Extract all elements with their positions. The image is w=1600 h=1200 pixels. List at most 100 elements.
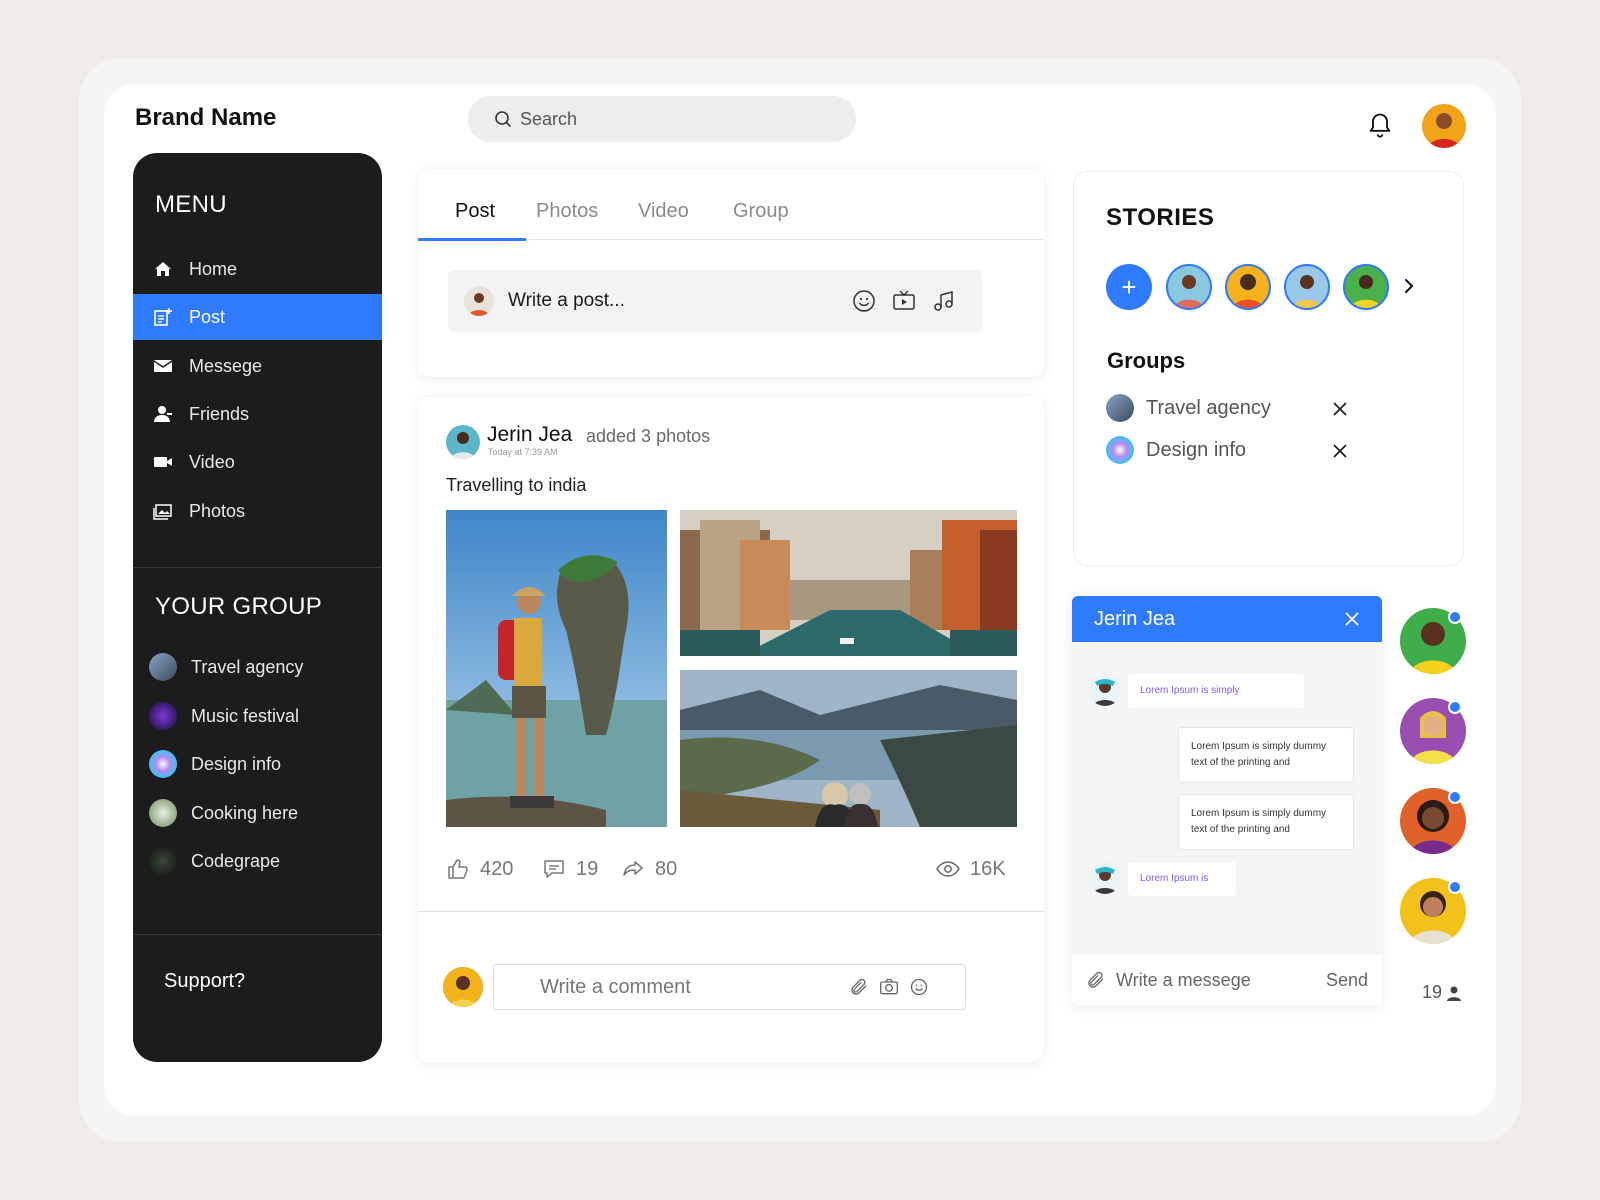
groups-title: Groups [1107,348,1186,373]
write-post-placeholder: Write a post... [508,290,625,311]
sidebar-item-label: Messege [189,355,263,376]
music-icon[interactable] [932,289,956,313]
stories-title: STORIES [1106,204,1215,231]
chat-message-sent: Lorem Ipsum is simply dummy text of the … [1178,727,1354,783]
close-icon[interactable] [1332,401,1348,417]
sidebar-item-label: Friends [189,403,250,424]
sidebar-group-codegrape[interactable]: Codegrape [149,844,280,878]
post-photo-hiker[interactable] [446,510,667,827]
comment-stat[interactable]: 19 [542,857,598,881]
post-caption: Travelling to india [446,475,587,495]
menu-title: MENU [155,191,227,218]
attachment-icon[interactable] [849,977,869,997]
sidebar-item-post[interactable]: Post [133,294,382,340]
online-status-dot [1448,700,1462,714]
post-photo-lake[interactable] [680,670,1017,827]
chat-input[interactable]: Write a messege Send [1072,955,1382,1005]
your-group-title: YOUR GROUP [155,593,323,620]
chat-contact-name: Jerin Jea [1094,607,1176,630]
tab-post[interactable]: Post [455,200,495,223]
online-status-dot [1448,610,1462,624]
view-count: 16K [970,857,1006,880]
camera-icon[interactable] [879,977,899,997]
user-avatar[interactable] [1422,104,1466,148]
sidebar-group-travel-agency[interactable]: Travel agency [149,650,303,684]
close-icon[interactable] [1344,611,1360,627]
sidebar-group-label: Cooking here [191,802,299,823]
comment-input[interactable]: Write a comment [493,964,966,1010]
tab-group[interactable]: Group [733,200,789,223]
video-icon [154,457,172,467]
online-count[interactable]: 19 [1422,982,1462,1003]
group-thumbnail [149,653,177,681]
commenter-avatar [443,967,483,1007]
search-input[interactable]: Search [468,96,856,142]
sidebar-item-label: Photos [189,500,246,521]
sidebar-group-music-festival[interactable]: Music festival [149,699,299,733]
search-icon [495,111,511,127]
sidebar-item-home[interactable]: Home [133,246,382,292]
comment-count: 19 [576,857,599,880]
tab-video[interactable]: Video [638,200,689,223]
support-link[interactable]: Support? [164,970,245,993]
share-stat[interactable]: 80 [621,857,677,881]
comment-icon [544,860,564,878]
group-thumbnail [1106,436,1134,464]
chat-contact-avatar [1089,674,1121,706]
sidebar-item-friends[interactable]: Friends [133,391,382,437]
post-icon [154,308,172,326]
group-item-design-info[interactable]: Design info [1106,435,1246,465]
post-composer: Post Photos Video Group Write a post... [418,170,1044,377]
eye-icon [936,861,960,877]
chevron-right-icon[interactable] [1400,276,1418,296]
emoji-icon[interactable] [852,289,876,313]
composer-tabs: Post Photos Video Group [418,170,1044,241]
add-story-button[interactable]: + [1106,264,1152,310]
friends-icon [154,406,172,422]
post-author-avatar[interactable] [446,425,480,459]
write-post-input[interactable]: Write a post... [448,270,982,332]
sidebar-item-messege[interactable]: Messege [133,343,382,389]
group-thumbnail [149,702,177,730]
post-author-name[interactable]: Jerin Jea [487,423,572,447]
chat-message-sent: Lorem Ipsum is simply dummy text of the … [1178,794,1354,850]
group-thumbnail [149,799,177,827]
sidebar-group-cooking-here[interactable]: Cooking here [149,796,298,830]
sidebar-item-label: Home [189,258,238,279]
post-photo-venice[interactable] [680,510,1017,656]
story-avatar[interactable] [1166,264,1212,310]
group-item-travel-agency[interactable]: Travel agency [1106,393,1271,423]
video-upload-icon[interactable] [892,289,916,313]
online-count-value: 19 [1422,982,1443,1002]
brand-name[interactable]: Brand Name [135,104,276,132]
bell-icon[interactable] [1366,111,1394,139]
attachment-icon[interactable] [1086,970,1106,990]
group-thumbnail [1106,394,1134,422]
composer-avatar [464,286,494,316]
share-count: 80 [655,857,678,880]
story-avatar[interactable] [1284,264,1330,310]
post-stats: 420 19 80 16K [446,857,1016,887]
group-thumbnail [149,750,177,778]
sidebar-group-label: Codegrape [191,850,281,871]
story-avatar[interactable] [1343,264,1389,310]
sidebar-divider [133,934,382,935]
send-button[interactable]: Send [1326,970,1382,991]
chat-input-placeholder: Write a messege [1116,969,1251,990]
like-stat[interactable]: 420 [446,857,513,881]
post-timestamp: Today at 7:39 AM [488,447,558,457]
group-thumbnail [149,847,177,875]
thumbs-up-icon [448,859,468,879]
chat-message-received: Lorem Ipsum is [1128,862,1236,896]
sidebar-item-photos[interactable]: Photos [133,488,382,534]
chat-window: Jerin Jea Lorem Ipsum is simply Lorem Ip… [1072,596,1382,1005]
views-stat: 16K [936,857,1006,881]
story-avatar[interactable] [1225,264,1271,310]
sidebar-item-label: Video [189,451,235,472]
mail-icon [153,360,173,372]
sidebar-item-video[interactable]: Video [133,439,382,485]
emoji-icon[interactable] [909,977,929,997]
close-icon[interactable] [1332,443,1348,459]
tab-photos[interactable]: Photos [536,200,598,223]
sidebar-group-design-info[interactable]: Design info [149,747,281,781]
